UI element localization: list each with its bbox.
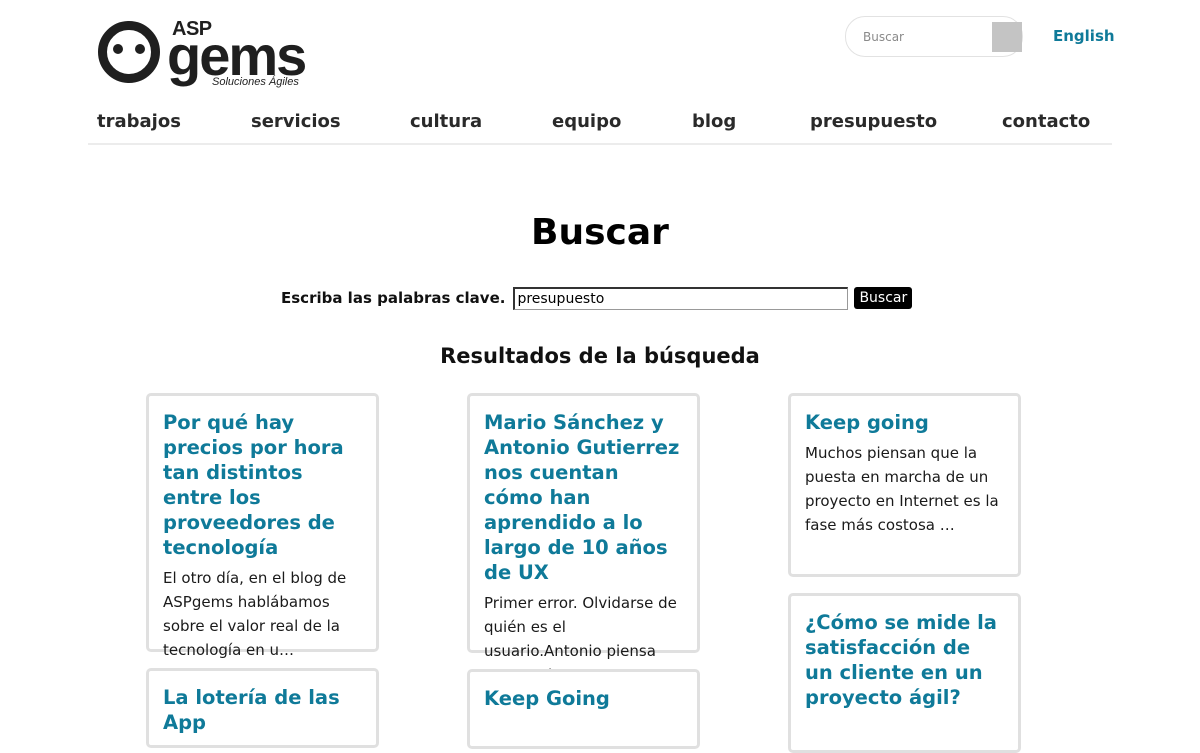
result-card[interactable]: Keep going Muchos piensan que la puesta … (788, 393, 1021, 577)
nav-item-blog[interactable]: blog (692, 111, 736, 132)
nav-item-trabajos[interactable]: trabajos (97, 111, 181, 132)
language-switch-link[interactable]: English (1053, 27, 1115, 45)
result-title: Por qué hay precios por hora tan distint… (163, 410, 362, 560)
result-card[interactable]: La lotería de las App (146, 668, 379, 748)
result-card[interactable]: Mario Sánchez y Antonio Gutierrez nos cu… (467, 393, 700, 684)
result-title: Keep Going (484, 686, 683, 711)
logo[interactable]: ASP gems Soluciones Ágiles (97, 18, 312, 92)
keywords-input[interactable] (513, 286, 849, 310)
result-card[interactable]: Keep Going (467, 669, 700, 749)
header-search-button[interactable] (992, 22, 1022, 52)
result-title: La lotería de las App (163, 685, 362, 735)
nav-item-presupuesto[interactable]: presupuesto (810, 111, 937, 132)
result-title-link[interactable]: Keep going (805, 411, 929, 434)
result-title-link[interactable]: La lotería de las App (163, 686, 340, 734)
page-title: Buscar (531, 212, 669, 253)
result-card[interactable]: Por qué hay precios por hora tan distint… (146, 393, 379, 659)
logo-tagline: Soluciones Ágiles (212, 76, 299, 88)
result-title: ¿Cómo se mide la satisfacción de un clie… (805, 610, 1004, 710)
main-nav: trabajos servicios cultura equipo blog p… (88, 110, 1112, 145)
results-title: Resultados de la búsqueda (440, 344, 760, 368)
result-title: Mario Sánchez y Antonio Gutierrez nos cu… (484, 410, 683, 585)
result-card[interactable]: ¿Cómo se mide la satisfacción de un clie… (788, 593, 1021, 753)
result-title-link[interactable]: Keep Going (484, 687, 610, 710)
result-title-link[interactable]: Mario Sánchez y Antonio Gutierrez nos cu… (484, 411, 679, 584)
nav-item-contacto[interactable]: contacto (1002, 111, 1090, 132)
smiley-logo-icon (98, 21, 160, 83)
header-search (845, 16, 1023, 57)
search-form-label: Escriba las palabras clave. (281, 289, 506, 307)
header-search-input[interactable] (863, 27, 983, 47)
result-excerpt: El otro día, en el blog de ASPgems hablá… (163, 569, 347, 659)
nav-item-cultura[interactable]: cultura (410, 111, 482, 132)
result-title-link[interactable]: ¿Cómo se mide la satisfacción de un clie… (805, 611, 997, 709)
search-submit-button[interactable]: Buscar (854, 287, 913, 309)
nav-item-equipo[interactable]: equipo (552, 111, 621, 132)
result-title: Keep going (805, 410, 1004, 435)
search-form: Escriba las palabras clave. Buscar (281, 286, 913, 310)
result-excerpt: Muchos piensan que la puesta en marcha d… (805, 444, 999, 534)
result-title-link[interactable]: Por qué hay precios por hora tan distint… (163, 411, 344, 559)
nav-item-servicios[interactable]: servicios (251, 111, 341, 132)
